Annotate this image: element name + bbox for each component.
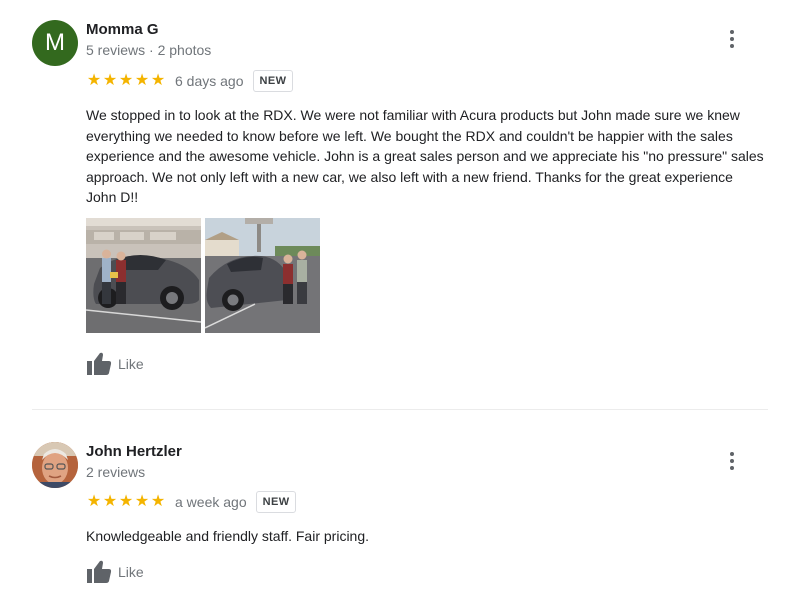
review-photo[interactable]	[86, 218, 201, 333]
like-label: Like	[118, 564, 144, 580]
review-date: a week ago	[175, 494, 247, 510]
more-options-button[interactable]	[722, 27, 742, 51]
star-icon: ★	[102, 72, 118, 89]
avatar[interactable]: M	[32, 20, 78, 66]
avatar-letter: M	[45, 29, 65, 56]
review-photos	[86, 218, 320, 333]
star-rating: ★ ★ ★ ★ ★	[86, 494, 166, 510]
review-text: We stopped in to look at the RDX. We wer…	[86, 107, 764, 205]
like-button[interactable]: Like	[86, 560, 144, 584]
star-rating: ★ ★ ★ ★ ★	[86, 73, 166, 89]
photo-car-dealership-1	[86, 218, 201, 333]
reviewer-meta[interactable]: 2 reviews	[86, 464, 145, 480]
thumb-up-icon	[87, 352, 112, 375]
review-photo[interactable]	[205, 218, 320, 333]
more-vert-icon-dot	[730, 459, 734, 463]
star-icon: ★	[150, 72, 166, 89]
more-vert-icon-dot	[730, 466, 734, 470]
reviewer-name[interactable]: John Hertzler	[86, 443, 182, 460]
rating-row: ★ ★ ★ ★ ★ a week ago NEW	[86, 491, 297, 513]
reviewer-meta[interactable]: 5 reviews · 2 photos	[86, 42, 211, 58]
star-icon: ★	[86, 493, 102, 510]
more-vert-icon	[730, 30, 734, 34]
review-card: John Hertzler 2 reviews ★ ★ ★ ★ ★ a week…	[0, 410, 800, 600]
thumb-up-icon	[87, 560, 112, 583]
like-button[interactable]: Like	[86, 352, 144, 376]
star-icon: ★	[150, 493, 166, 510]
star-icon: ★	[118, 493, 134, 510]
star-icon: ★	[134, 493, 150, 510]
review-text: Knowledgeable and friendly staff. Fair p…	[86, 528, 370, 544]
more-options-button[interactable]	[722, 449, 742, 473]
new-badge: NEW	[255, 491, 297, 513]
new-badge: NEW	[252, 70, 294, 92]
photo-car-dealership-2	[205, 218, 320, 333]
star-icon: ★	[86, 72, 102, 89]
review-card: M Momma G 5 reviews · 2 photos ★ ★ ★ ★ ★…	[0, 0, 800, 410]
reviewer-name[interactable]: Momma G	[86, 21, 159, 38]
more-vert-icon-dot	[730, 37, 734, 41]
avatar[interactable]	[32, 442, 78, 488]
more-vert-icon	[730, 452, 734, 456]
more-vert-icon-dot	[730, 44, 734, 48]
review-date: 6 days ago	[175, 73, 244, 89]
star-icon: ★	[134, 72, 150, 89]
rating-row: ★ ★ ★ ★ ★ 6 days ago NEW	[86, 70, 294, 92]
star-icon: ★	[118, 72, 134, 89]
avatar-photo	[32, 442, 78, 488]
like-label: Like	[118, 356, 144, 372]
star-icon: ★	[102, 493, 118, 510]
